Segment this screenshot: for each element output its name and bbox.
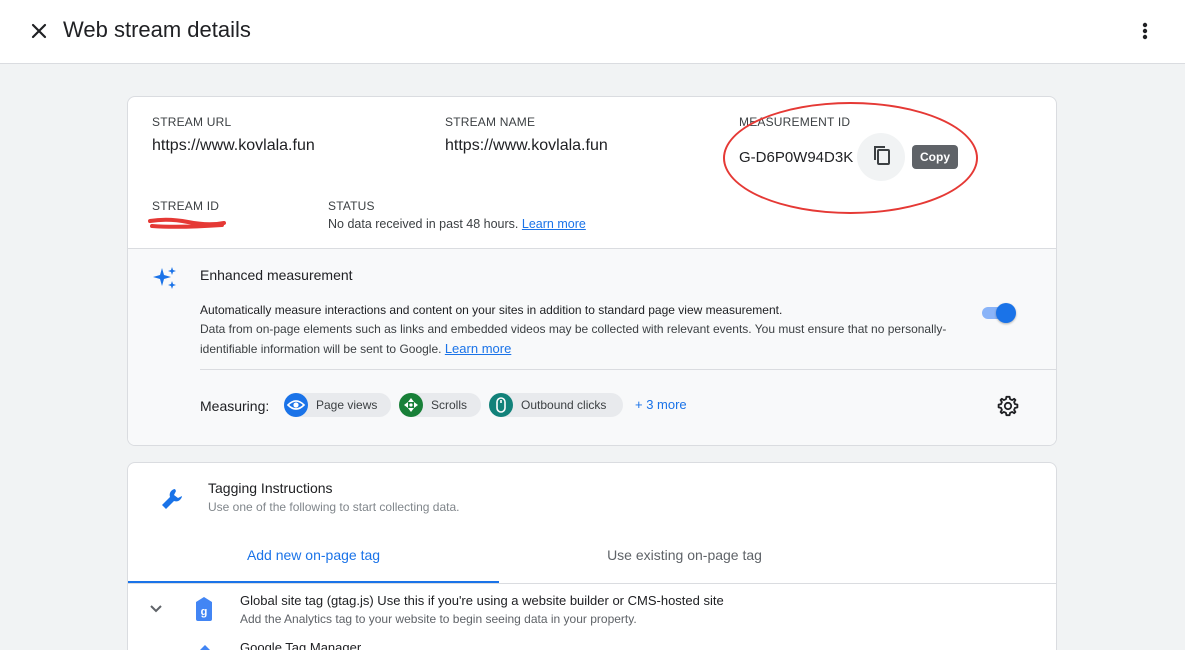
more-vert-icon[interactable]	[1132, 18, 1158, 44]
status-text: No data received in past 48 hours. Learn…	[328, 217, 586, 231]
settings-gear-icon[interactable]	[996, 394, 1020, 418]
chip-label: Page views	[316, 398, 378, 412]
gtag-row-title: Global site tag (gtag.js) Use this if yo…	[240, 593, 724, 608]
gtm-row-title: Google Tag Manager	[240, 640, 362, 650]
tagging-instructions-card: Tagging Instructions Use one of the foll…	[127, 462, 1057, 650]
chevron-down-icon[interactable]	[146, 599, 166, 619]
tagging-subtitle: Use one of the following to start collec…	[208, 500, 460, 514]
stream-url-value: https://www.kovlala.fun	[152, 137, 315, 154]
status-learn-more-link[interactable]: Learn more	[522, 217, 586, 231]
more-measurements-link[interactable]: + 3 more	[635, 397, 687, 412]
gtm-icon	[200, 645, 210, 650]
stream-name-label: STREAM NAME	[445, 115, 536, 129]
sparkle-icon	[153, 267, 176, 289]
top-bar: Web stream details	[0, 0, 1185, 64]
status-label: STATUS	[328, 199, 375, 213]
tab-divider	[128, 583, 1056, 584]
eye-icon	[284, 393, 308, 417]
stream-details-card: STREAM URL https://www.kovlala.fun STREA…	[127, 96, 1057, 446]
chip-outbound-clicks[interactable]: Outbound clicks	[489, 393, 623, 417]
stream-url-label: STREAM URL	[152, 115, 232, 129]
redaction-scribble	[148, 217, 226, 229]
chip-label: Scrolls	[431, 398, 468, 412]
enhanced-measurement-section: Enhanced measurement Automatically measu…	[128, 248, 1056, 445]
enhanced-measurement-description: Automatically measure interactions and c…	[200, 301, 980, 359]
tagging-title: Tagging Instructions	[208, 480, 333, 496]
close-icon[interactable]	[26, 18, 52, 44]
gtag-row-subtitle: Add the Analytics tag to your website to…	[240, 612, 637, 626]
mouse-icon	[489, 393, 513, 417]
gtag-row-title-rest: Use this if you're using a website build…	[373, 593, 724, 608]
chip-scrolls[interactable]: Scrolls	[399, 393, 481, 417]
measuring-label: Measuring:	[200, 398, 270, 414]
page-title: Web stream details	[63, 17, 251, 42]
enhanced-learn-more-link[interactable]: Learn more	[445, 341, 511, 356]
gtag-row-title-bold: Global site tag (gtag.js)	[240, 593, 374, 608]
enhanced-desc-line1: Automatically measure interactions and c…	[200, 303, 783, 317]
svg-text:g: g	[201, 606, 208, 618]
enhanced-measurement-title: Enhanced measurement	[200, 267, 353, 283]
chip-label: Outbound clicks	[521, 398, 607, 412]
chip-page-views[interactable]: Page views	[284, 393, 391, 417]
status-message: No data received in past 48 hours.	[328, 217, 519, 231]
scroll-icon	[399, 393, 423, 417]
gtag-icon: g	[196, 597, 212, 621]
tab-add-new-tag[interactable]: Add new on-page tag	[128, 547, 499, 583]
annotation-circle	[723, 102, 978, 214]
stream-name-value: https://www.kovlala.fun	[445, 137, 608, 154]
tab-use-existing-tag[interactable]: Use existing on-page tag	[499, 547, 870, 583]
enhanced-desc-line2: Data from on-page elements such as links…	[200, 322, 947, 356]
toggle-knob	[996, 303, 1016, 323]
enhanced-measurement-toggle[interactable]	[980, 301, 1016, 323]
stream-id-label: STREAM ID	[152, 199, 220, 213]
divider	[200, 369, 1056, 370]
wrench-icon	[162, 489, 182, 509]
